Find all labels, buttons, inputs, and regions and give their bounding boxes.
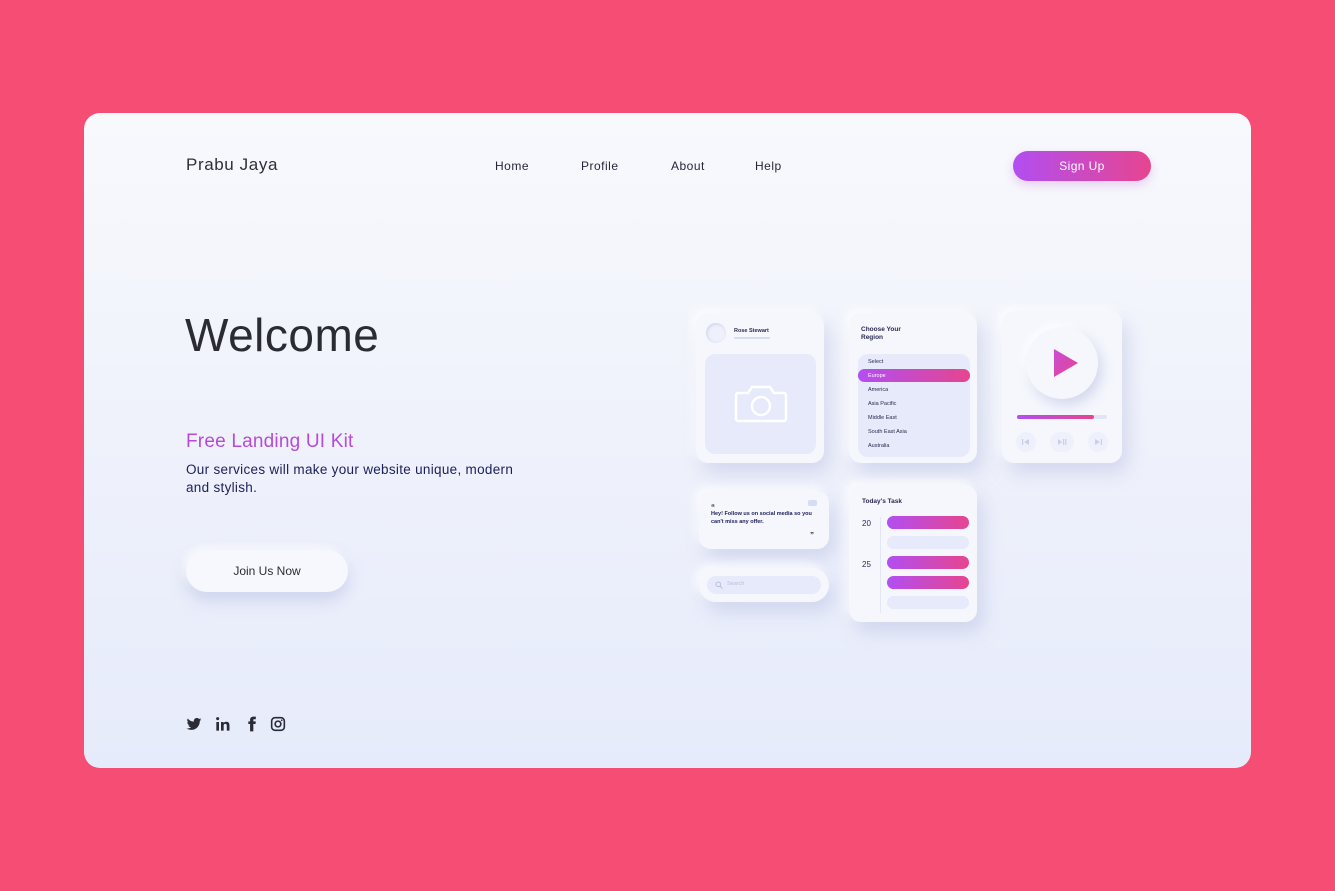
- quote-text: Hey! Follow us on social media so you ca…: [711, 511, 812, 525]
- quote-card: “ Hey! Follow us on social media so you …: [699, 491, 829, 549]
- join-us-button[interactable]: Join Us Now: [186, 550, 348, 592]
- nav-help[interactable]: Help: [755, 159, 782, 173]
- task-item[interactable]: [887, 556, 969, 569]
- search-placeholder: Search: [727, 581, 745, 587]
- instagram-icon[interactable]: [270, 716, 288, 734]
- nav-home[interactable]: Home: [495, 159, 529, 173]
- camera-icon: [734, 385, 788, 423]
- task-date: 25: [862, 560, 871, 569]
- task-item[interactable]: [887, 576, 969, 589]
- tasks-title: Today's Task: [862, 498, 902, 505]
- profile-card: Rose Stewart: [696, 313, 824, 463]
- previous-icon: [1022, 439, 1029, 445]
- twitter-icon[interactable]: [186, 716, 204, 734]
- region-option-europe[interactable]: Europe: [868, 373, 886, 379]
- tasks-card: Today's Task 20 25: [849, 485, 977, 622]
- linkedin-icon[interactable]: [215, 716, 233, 734]
- task-item[interactable]: [887, 536, 969, 549]
- region-card: Choose Your Region Select Europe America…: [849, 313, 977, 463]
- search-input[interactable]: Search: [707, 576, 821, 594]
- search-card: Search: [699, 568, 829, 602]
- task-item[interactable]: [887, 596, 969, 609]
- sign-up-button[interactable]: Sign Up: [1013, 151, 1151, 181]
- task-item[interactable]: [887, 516, 969, 529]
- brand-logo[interactable]: Prabu Jaya: [186, 155, 278, 175]
- play-icon: [1054, 349, 1078, 377]
- nav-profile[interactable]: Profile: [581, 159, 619, 173]
- avatar: [706, 323, 726, 343]
- play-pause-button[interactable]: [1050, 432, 1074, 452]
- previous-button[interactable]: [1016, 432, 1036, 452]
- hero-title: Welcome: [185, 309, 380, 361]
- landing-page-frame: Prabu Jaya Home Profile About Help Sign …: [84, 113, 1251, 768]
- region-title-1: Choose Your: [861, 326, 901, 333]
- media-player-card: [1002, 311, 1122, 463]
- play-button[interactable]: [1026, 327, 1098, 399]
- next-icon: [1095, 439, 1102, 445]
- region-option[interactable]: America: [868, 387, 888, 393]
- region-option[interactable]: Middle East: [868, 415, 897, 421]
- profile-name: Rose Stewart: [734, 328, 769, 334]
- facebook-icon[interactable]: [244, 716, 262, 734]
- next-button[interactable]: [1088, 432, 1108, 452]
- progress-track[interactable]: [1017, 415, 1107, 419]
- region-option[interactable]: Australia: [868, 443, 889, 449]
- nav-about[interactable]: About: [671, 159, 705, 173]
- progress-fill: [1017, 415, 1094, 419]
- region-title-2: Region: [861, 334, 884, 341]
- region-option[interactable]: Select: [868, 359, 883, 365]
- hero-description: Our services will make your website uniq…: [186, 462, 514, 495]
- hero-subtitle: Free Landing UI Kit: [186, 431, 354, 452]
- region-option[interactable]: South East Asia: [868, 429, 907, 435]
- play-pause-icon: [1058, 439, 1067, 445]
- chat-icon: [808, 500, 817, 506]
- task-date: 20: [862, 519, 871, 528]
- quote-close-icon: ”: [810, 531, 814, 540]
- region-list: Select Europe America Asia Pacific Middl…: [858, 354, 970, 457]
- region-option[interactable]: Asia Pacific: [868, 401, 896, 407]
- search-icon: [715, 581, 723, 589]
- photo-placeholder[interactable]: [705, 354, 816, 454]
